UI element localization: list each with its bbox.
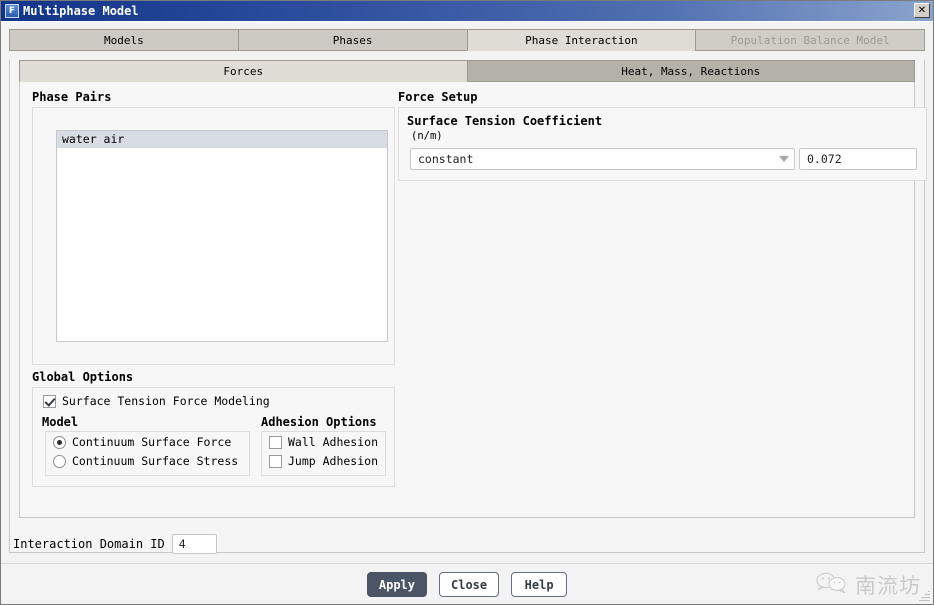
adhesion-options-group: Wall Adhesion Jump Adhesion (261, 431, 386, 476)
tab-population-balance-model: Population Balance Model (695, 29, 925, 51)
surface-tension-value-input[interactable]: 0.072 (799, 148, 917, 170)
checkbox-jump-adhesion[interactable]: Jump Adhesion (269, 454, 378, 468)
multiphase-model-dialog: F Multiphase Model ✕ Models Phases Phase… (0, 0, 934, 605)
fluent-f-icon: F (5, 4, 19, 18)
global-options-label: Global Options (32, 370, 134, 384)
force-setup-group: Surface Tension Coefficient (n/m) consta… (398, 107, 927, 181)
window-title: Multiphase Model (23, 4, 139, 18)
continuum-surface-stress-label: Continuum Surface Stress (72, 454, 239, 468)
surface-tension-force-modeling-label: Surface Tension Force Modeling (62, 394, 270, 408)
wechat-icon (815, 571, 849, 599)
watermark-text: 南流坊 (855, 574, 921, 598)
radio-unselected-icon (53, 454, 66, 468)
close-button[interactable]: Close (439, 572, 500, 597)
forces-panel: Phase Pairs water air Force Setup Surfac… (19, 82, 927, 518)
surface-tension-force-modeling-checkbox[interactable]: Surface Tension Force Modeling (43, 394, 270, 408)
surface-tension-coefficient-label: Surface Tension Coefficient (407, 114, 603, 128)
model-group-label: Model (42, 415, 79, 429)
continuum-surface-force-label: Continuum Surface Force (72, 435, 232, 449)
radio-continuum-surface-stress[interactable]: Continuum Surface Stress (53, 454, 238, 468)
phase-interaction-panel: Forces Heat, Mass, Reactions Phase Pairs… (9, 60, 927, 553)
jump-adhesion-label: Jump Adhesion (288, 454, 379, 468)
tab-phase-interaction[interactable]: Phase Interaction (466, 29, 696, 51)
radio-selected-icon (53, 435, 66, 449)
global-options-group: Surface Tension Force Modeling Model Con… (32, 387, 395, 487)
help-button[interactable]: Help (511, 572, 568, 597)
list-item[interactable]: water air (57, 131, 387, 148)
checkbox-unchecked-icon (269, 435, 282, 449)
tab-models[interactable]: Models (9, 29, 238, 51)
model-group: Continuum Surface Force Continuum Surfac… (45, 431, 250, 476)
tab-phases[interactable]: Phases (237, 29, 467, 51)
checkbox-unchecked-icon (269, 454, 282, 468)
interaction-domain-row: Interaction Domain ID 4 (13, 534, 217, 554)
dialog-footer: Apply Close Help (1, 564, 933, 604)
main-tabstrip: Models Phases Phase Interaction Populati… (9, 29, 925, 51)
phase-pairs-list[interactable]: water air (56, 130, 388, 342)
dialog-content: Models Phases Phase Interaction Populati… (1, 21, 933, 604)
forces-subtabstrip: Forces Heat, Mass, Reactions (19, 60, 915, 82)
interaction-domain-id-label: Interaction Domain ID (13, 537, 165, 551)
close-icon[interactable]: ✕ (914, 3, 930, 18)
wall-adhesion-label: Wall Adhesion (288, 435, 379, 449)
resize-grip[interactable] (917, 590, 930, 603)
chevron-down-icon (774, 156, 794, 162)
surface-tension-units-label: (n/m) (411, 130, 443, 142)
surface-tension-method-dropdown[interactable]: constant (410, 148, 795, 170)
surface-tension-method-value: constant (418, 152, 474, 166)
radio-continuum-surface-force[interactable]: Continuum Surface Force (53, 435, 231, 449)
window-titlebar: F Multiphase Model ✕ (1, 1, 933, 21)
adhesion-options-group-label: Adhesion Options (261, 415, 377, 429)
apply-button[interactable]: Apply (366, 572, 427, 597)
checkbox-wall-adhesion[interactable]: Wall Adhesion (269, 435, 378, 449)
subtab-forces[interactable]: Forces (19, 60, 467, 82)
force-setup-label: Force Setup (398, 90, 478, 104)
interaction-domain-id-input[interactable]: 4 (171, 534, 217, 554)
phase-pairs-group: water air (32, 107, 395, 365)
subtab-heat-mass-reactions[interactable]: Heat, Mass, Reactions (466, 60, 915, 82)
phase-pairs-label: Phase Pairs (32, 90, 112, 104)
checkbox-checked-icon (43, 394, 56, 408)
watermark: 南流坊 (815, 570, 921, 600)
